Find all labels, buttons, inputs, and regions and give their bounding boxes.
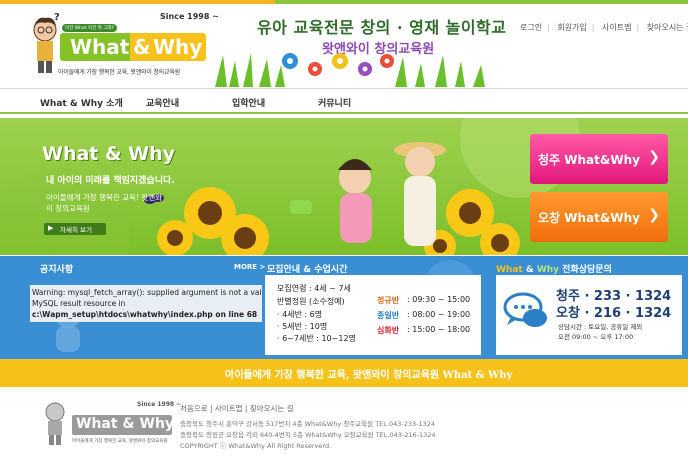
phone-hours: 상담시간 : 토요일, 공휴일 제외 오전 09:00 ~ 오후 17:00 [558, 322, 642, 342]
ochang-button-label: 오창 What&Why [538, 211, 640, 225]
schedule-time: : 09:30 ~ 15:00 [407, 295, 471, 304]
footer-links: 처음으로 | 사이트맵 | 찾아오시는 길 [180, 404, 294, 413]
chevron-right-icon: ❯ [648, 149, 660, 165]
notice-more-link[interactable]: MORE > [234, 263, 265, 271]
footer-address: 충청북도 청주시 흥덕구 강서동 517번지 4층 What&Why 청주교육원… [180, 420, 436, 428]
utility-links: 로그인| 회원가입| 사이트맵| 찾아오시는 길 [520, 22, 688, 33]
schedule-time: : 08:00 ~ 19:00 [407, 310, 471, 319]
login-link[interactable]: 로그인 [520, 23, 542, 32]
schedule-name: 정규반 [377, 296, 400, 305]
phone-title-rest: 전화상담문의 [559, 265, 612, 275]
chevron-right-icon: ❯ [648, 207, 660, 223]
nav-item-education[interactable]: 교육안내 [146, 96, 179, 109]
logo-what-text: What [70, 35, 130, 59]
logo-badge: 이건 What 이건 뭐 그래? [62, 24, 117, 32]
recruit-ages: 모집연령 : 4세 ~ 7세 [277, 284, 351, 293]
question-mark-icon: ? [54, 12, 60, 23]
ochang-button[interactable]: 오창 What&Why ❯ [530, 192, 668, 242]
schedule-name: 종일반 [377, 311, 400, 320]
recruit-class-item: · 5세반 : 10명 [277, 322, 328, 331]
hero-subtitle: 내 아이의 미래를 책임지겠습니다. [46, 176, 175, 186]
play-icon: ▶ [48, 224, 54, 232]
hero-more-label: 자세히 보기 [60, 226, 92, 234]
nav-item-about[interactable]: What & Why 소개 [40, 96, 123, 109]
flower-field-illustration [215, 53, 485, 87]
warning-line: MySQL result resource in [32, 299, 126, 308]
footer-mascot-icon [45, 402, 65, 445]
hero-description: 아이들에게 가장 행복한 교육! 왓앤와이 창의교육원 [46, 193, 163, 213]
schedule-time: : 15:00 ~ 18:00 [407, 325, 471, 334]
phone-hours-line: 상담시간 : 토요일, 공휴일 제외 [558, 323, 643, 331]
nav-item-community[interactable]: 커뮤니티 [318, 96, 351, 109]
footer-copyright: COPYRIGHT ⓒ What&Why All Right Reserverd… [180, 442, 332, 450]
cheongju-button[interactable]: 청주 What&Why ❯ [530, 134, 668, 184]
children-illustration [290, 142, 446, 246]
phone-title-amp: & [522, 265, 537, 275]
logo-amp-text: & [133, 35, 151, 59]
footer-home-link[interactable]: 처음으로 [180, 404, 208, 413]
phone-ochang: 오창 · 216 · 1324 [556, 306, 672, 321]
phone-title-why: Why [536, 265, 560, 275]
warning-line: Warning: mysql_fetch_array(): supplied a… [32, 288, 262, 297]
recruit-class-item: · 4세반 : 6명 [277, 310, 323, 319]
recruit-class-label: 반별정원 (소수정예) [277, 297, 345, 306]
footer-sitemap-link[interactable]: 사이트맵 [215, 404, 243, 413]
recruit-panel: 모집연령 : 4세 ~ 7세 반별정원 (소수정예) · 4세반 : 6명 · … [265, 275, 481, 355]
sitemap-link[interactable]: 사이트맵 [602, 23, 631, 32]
hero-more-button[interactable]: ▶ 자세히 보기 [44, 223, 106, 235]
notice-title: 공지사항 [40, 265, 74, 275]
footer-directions-link[interactable]: 찾아오시는 길 [250, 404, 294, 413]
phone-hours-line: 오전 09:00 ~ 오후 17:00 [558, 333, 634, 341]
recruit-class-item: · 6~7세반 : 10~12명 [277, 334, 356, 343]
signup-link[interactable]: 회원가입 [557, 23, 586, 32]
logo-tagline: 아이들에게 가장 행복한 교육, 왓앤와이 창의교육원 [58, 69, 180, 76]
cheongju-button-label: 청주 What&Why [538, 153, 640, 167]
footer-since: Since 1998 ~ [137, 401, 182, 408]
main-nav: What & Why 소개 교육안내 입학안내 커뮤니티 [0, 88, 688, 114]
sunflower-icon [157, 187, 520, 255]
phone-title: What & Why 전화상담문의 [496, 262, 612, 275]
boy-mascot-icon [33, 17, 57, 73]
warning-line: c:\Wapm_setup\htdocs\whatwhy\index.php o… [32, 310, 258, 319]
phone-title-what: What [496, 265, 523, 275]
php-warning-message: Warning: mysql_fetch_array(): supplied a… [30, 285, 262, 322]
logo-since: Since 1998 ~ [160, 12, 219, 21]
chat-bubble-icon [503, 292, 547, 327]
directions-link[interactable]: 찾아오시는 길 [647, 23, 688, 32]
footer-address: 충청북도 청원군 오창읍 각리 640-4번지 5층 What&Why 오창교육… [180, 431, 436, 439]
footer-tagline: 아이들에게 가장 행복한 교육, 왓앤와이 창의교육원 [72, 439, 168, 444]
hero-title: What & Why [42, 143, 176, 165]
nav-item-admission[interactable]: 입학안내 [232, 96, 265, 109]
top-color-bar [0, 0, 688, 4]
logo-why-text: Why [153, 35, 203, 59]
schedule-name: 심화반 [377, 326, 400, 335]
footer-brand: What & Why [76, 416, 175, 432]
recruit-title: 모집안내 & 수업시간 [267, 265, 348, 275]
slogan-strip-text: 아이들에게 가장 행복한 교육, 왓앤와이 창의교육원 What & Why [225, 370, 513, 381]
